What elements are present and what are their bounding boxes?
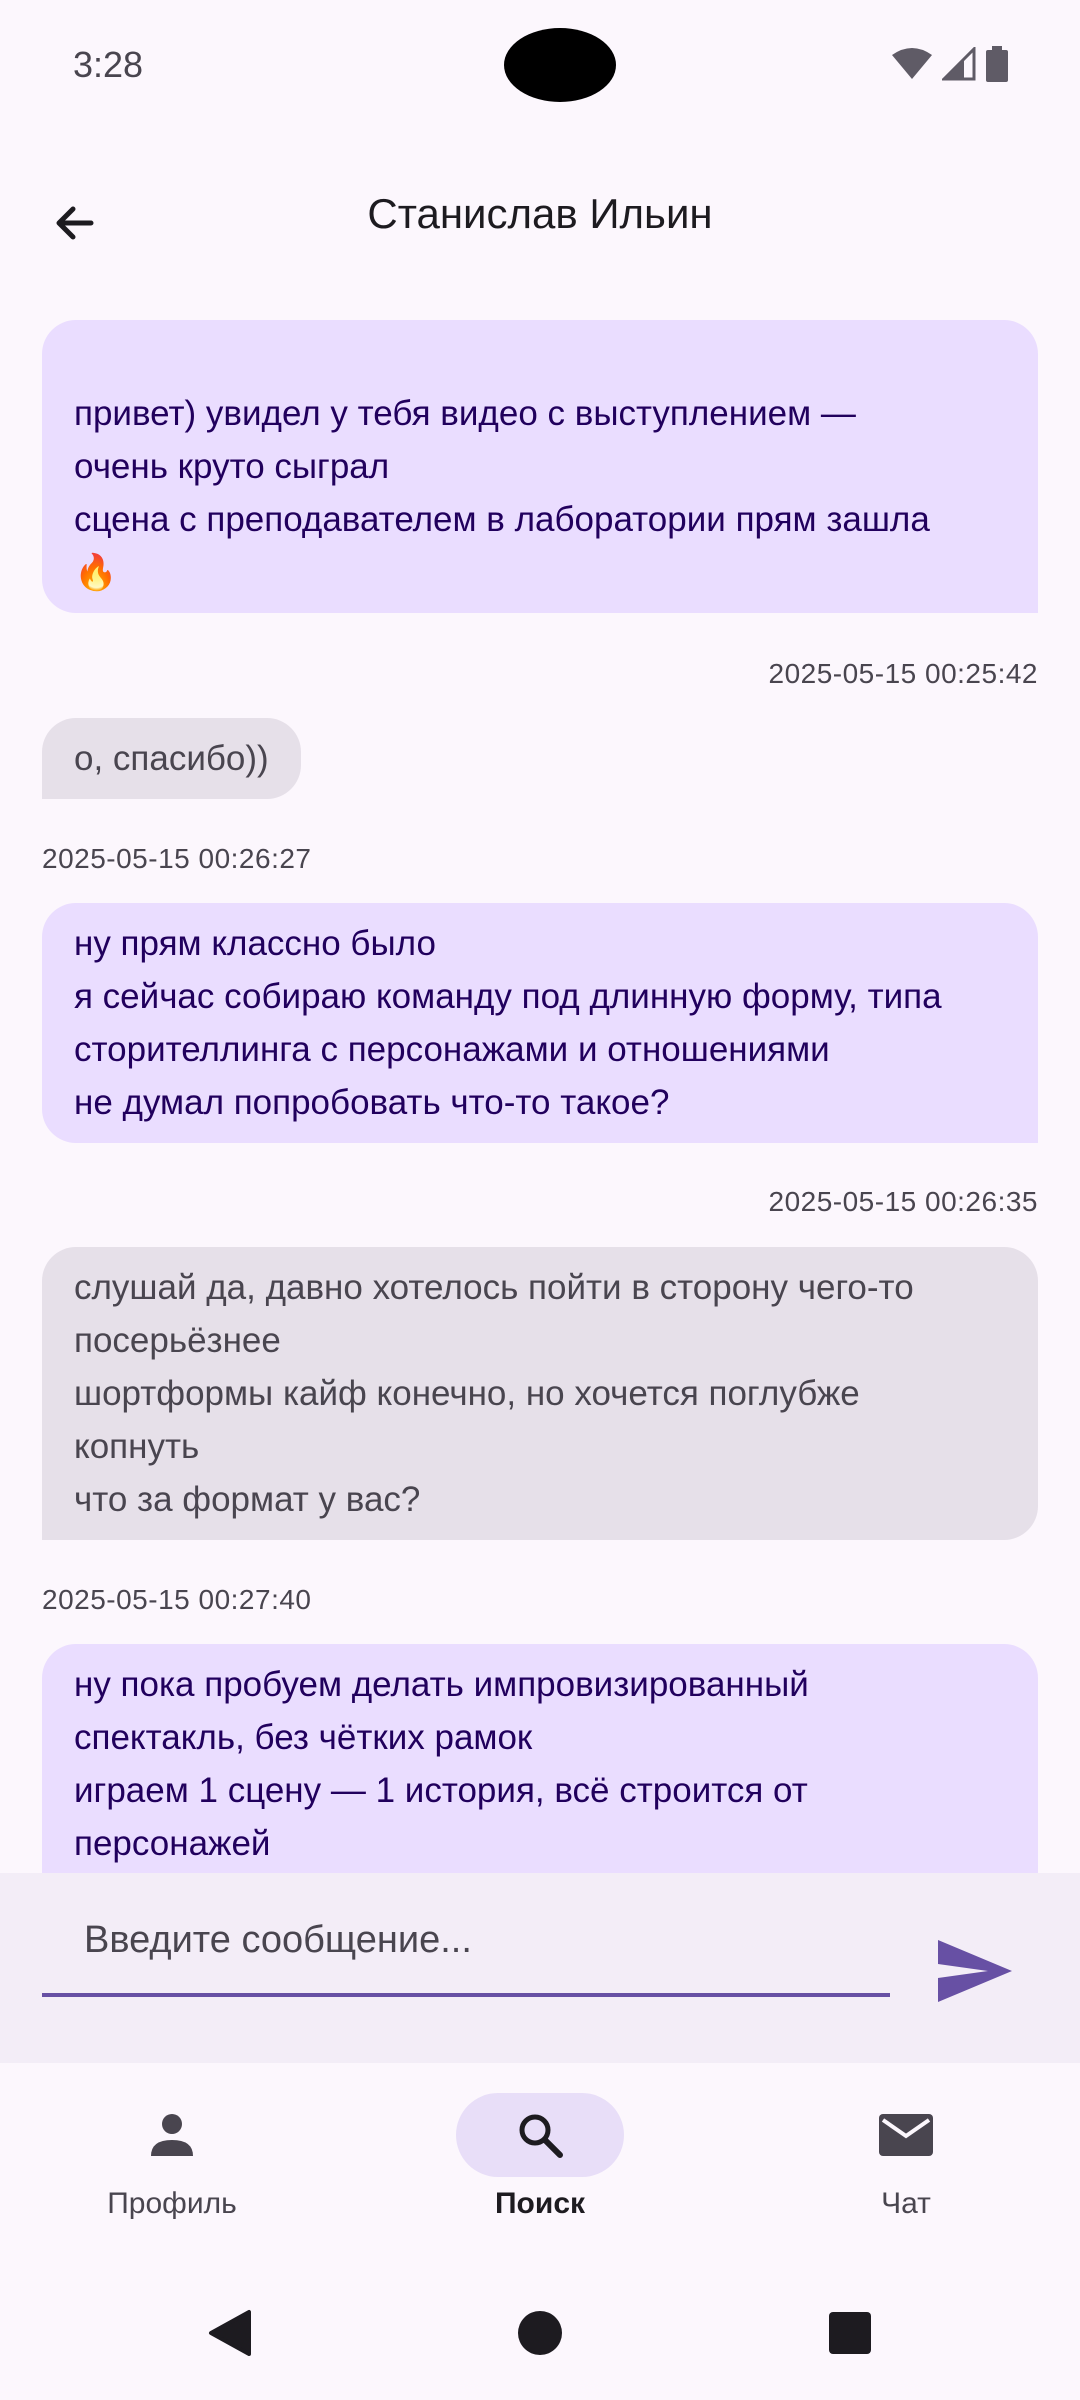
send-icon xyxy=(938,1940,1012,2002)
chat-title: Станислав Ильин xyxy=(367,190,713,237)
status-time: 3:28 xyxy=(73,44,144,85)
message-timestamp: 2025-05-15 00:25:42 xyxy=(768,658,1038,689)
message-timestamp: 2025-05-15 00:26:27 xyxy=(42,843,312,874)
nav-indicator-active xyxy=(456,2093,624,2177)
nav-label: Чат xyxy=(881,2187,931,2220)
message-bubble-sent: привет) увидел у тебя видео с выступлени… xyxy=(42,320,1038,613)
message-timestamp: 2025-05-15 00:26:35 xyxy=(768,1186,1038,1217)
nav-indicator xyxy=(822,2093,990,2177)
square-recents-icon xyxy=(829,2312,871,2354)
composer xyxy=(0,1873,1080,2063)
circle-home-icon xyxy=(518,2311,562,2355)
status-icons xyxy=(892,46,1008,82)
status-bar: 3:28 xyxy=(0,0,1080,130)
system-back-button[interactable] xyxy=(190,2293,270,2373)
message-bubble-sent: ну прям классно было я сейчас собираю ко… xyxy=(42,903,1038,1143)
message-bubble-received: о, спасибо)) xyxy=(42,718,301,799)
message-input[interactable] xyxy=(42,1887,890,1997)
top-app-bar: Станислав Ильин xyxy=(0,160,1080,272)
bottom-navigation: Профиль Поиск Чат xyxy=(0,2063,1080,2263)
system-navigation-bar xyxy=(0,2263,1080,2400)
signal-icon xyxy=(942,47,976,81)
send-button[interactable] xyxy=(930,1931,1020,2011)
system-home-button[interactable] xyxy=(500,2293,580,2373)
message-bubble-received: слушай да, давно хотелось пойти в сторон… xyxy=(42,1247,1038,1540)
triangle-back-icon xyxy=(209,2310,251,2356)
nav-item-search[interactable]: Поиск xyxy=(390,2093,690,2233)
mail-icon xyxy=(879,2114,933,2156)
message-list[interactable]: привет) увидел у тебя видео с выступлени… xyxy=(0,300,1080,1873)
battery-icon xyxy=(986,46,1008,82)
nav-indicator xyxy=(88,2093,256,2177)
message-timestamp: 2025-05-15 00:27:40 xyxy=(42,1584,312,1615)
camera-cutout xyxy=(504,28,616,102)
search-icon xyxy=(519,2114,563,2158)
person-icon xyxy=(151,2114,193,2156)
nav-label: Поиск xyxy=(494,2187,586,2220)
message-bubble-sent: ну пока пробуем делать импровизированный… xyxy=(42,1644,1038,1873)
nav-label: Профиль xyxy=(107,2187,237,2220)
nav-item-profile[interactable]: Профиль xyxy=(22,2093,322,2233)
system-recents-button[interactable] xyxy=(810,2293,890,2373)
wifi-icon xyxy=(892,48,932,79)
nav-item-chat[interactable]: Чат xyxy=(756,2093,1056,2233)
